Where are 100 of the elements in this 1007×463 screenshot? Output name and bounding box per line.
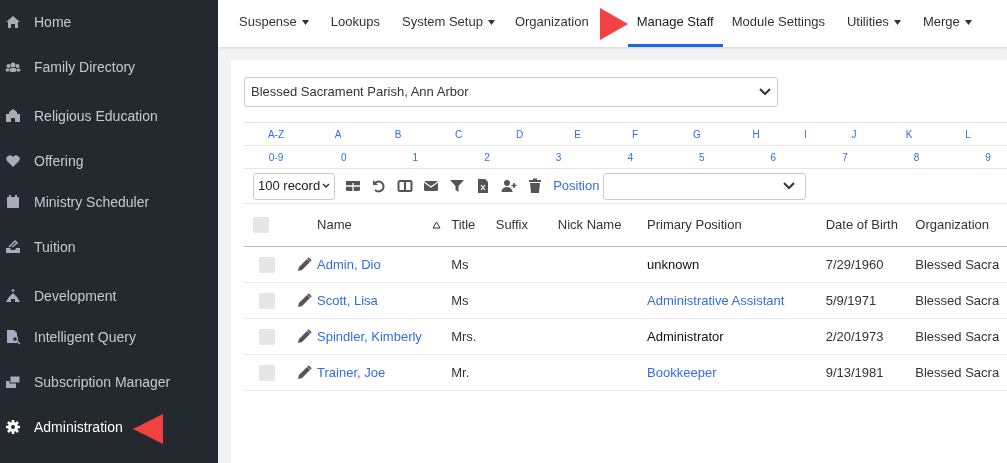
sidebar-item[interactable]: Intelligent Query (5, 326, 140, 348)
number-filter-link[interactable]: 9 (985, 151, 991, 163)
letter-filter-link[interactable]: H (752, 128, 760, 140)
sidebar-item[interactable]: Home (5, 11, 76, 33)
sidebar-item[interactable]: Subscription Manager (5, 371, 175, 393)
pencil-icon[interactable] (297, 257, 313, 272)
sidebar-item[interactable]: Offering (5, 150, 88, 172)
school-icon (5, 108, 21, 124)
date-cell: 5/9/1971 (825, 292, 877, 308)
position-cell: Administrator (647, 328, 724, 344)
staff-name-link[interactable]: Trainer, Joe (317, 362, 386, 383)
letter-filter-link[interactable]: A-Z (267, 128, 285, 140)
number-filter-link[interactable]: 8 (913, 151, 920, 163)
parish-select[interactable]: Blessed Sacrament Parish, Ann Arbor (244, 77, 778, 107)
row-checkbox[interactable] (259, 364, 275, 381)
number-filter-link[interactable]: 6 (770, 151, 777, 163)
position-label: Position (553, 177, 600, 196)
chevron-down-icon (783, 182, 796, 190)
number-filter-link[interactable]: 5 (699, 151, 705, 163)
nav-tab[interactable]: Organization (505, 0, 598, 47)
column-header[interactable]: Name (317, 215, 352, 235)
sort-ascending-icon[interactable] (432, 221, 442, 229)
row-checkbox[interactable] (259, 256, 275, 273)
column-header[interactable]: Suffix (487, 203, 550, 247)
sidebar-item[interactable]: Religious Education (5, 105, 162, 127)
calendar-icon (5, 194, 21, 210)
gear-icon (5, 419, 21, 435)
number-filter-link[interactable]: 0 (341, 151, 347, 163)
date-cell: 7/29/1960 (825, 256, 884, 272)
position-cell: unknown (647, 256, 700, 272)
organization-cell: Blessed Sacra (915, 256, 1000, 272)
number-filter-link[interactable]: 1 (412, 151, 419, 163)
staff-name-link[interactable]: Scott, Lisa (317, 290, 378, 311)
number-filter-link[interactable]: 4 (627, 151, 633, 163)
pencil-icon[interactable] (297, 365, 313, 380)
letter-filter-link[interactable]: B (394, 128, 402, 140)
query-icon (5, 329, 21, 345)
pointer-arrow-icon (599, 7, 628, 40)
position-link[interactable]: Administrative Assistant (647, 292, 785, 308)
nav-tab[interactable]: Manage Staff (627, 0, 723, 47)
title-cell: Mrs. (451, 328, 477, 344)
sidebar-item[interactable]: Development (5, 285, 121, 307)
sidebar-item[interactable]: Family Directory (5, 56, 140, 78)
staff-name-link[interactable]: Spindler, Kimberly (317, 326, 422, 347)
pencil-icon[interactable] (297, 293, 313, 308)
letter-filter-link[interactable]: E (574, 128, 581, 140)
table-icon[interactable] (345, 178, 362, 194)
nav-tab[interactable]: Merge (913, 0, 981, 47)
title-cell: Ms (451, 292, 469, 308)
date-cell: 9/13/1981 (825, 364, 884, 380)
home-icon (5, 14, 21, 30)
column-header[interactable]: Primary Position (639, 203, 818, 247)
chevron-down-icon (759, 88, 771, 96)
letter-filter-link[interactable]: L (965, 128, 971, 140)
row-checkbox[interactable] (259, 292, 275, 309)
pencil-icon[interactable] (297, 329, 313, 344)
page-size-select[interactable]: 100 record (253, 172, 336, 200)
envelope-icon[interactable] (423, 178, 440, 194)
pointer-arrow-icon (133, 414, 163, 444)
mail-icon (5, 374, 21, 390)
number-filter-link[interactable]: 0-9 (268, 151, 284, 163)
column-header[interactable]: Title (443, 203, 488, 247)
letter-filter-link[interactable]: J (851, 128, 857, 140)
staff-name-link[interactable]: Admin, Dio (317, 254, 381, 275)
number-filter-link[interactable]: 7 (842, 151, 848, 163)
undo-icon[interactable] (371, 178, 388, 194)
nav-tab[interactable]: Utilities (837, 0, 910, 47)
chevron-down-icon (322, 183, 331, 189)
row-checkbox[interactable] (259, 328, 275, 345)
filter-icon[interactable] (449, 178, 466, 194)
letter-filter-link[interactable]: A (334, 128, 342, 140)
letter-filter-link[interactable]: G (693, 128, 701, 140)
sidebar-item[interactable]: Ministry Scheduler (5, 191, 154, 213)
title-cell: Ms (451, 256, 469, 272)
columns-icon[interactable] (397, 178, 414, 194)
column-header[interactable]: Date of Birth (817, 203, 908, 247)
column-header[interactable]: Nick Name (549, 203, 640, 247)
church-icon (5, 288, 21, 304)
add-user-icon[interactable] (501, 178, 518, 194)
organization-cell: Blessed Sacra (915, 328, 1000, 344)
position-link[interactable]: Bookkeeper (647, 364, 717, 380)
number-filter-link[interactable]: 2 (484, 151, 490, 163)
column-header[interactable]: Organization (907, 203, 1007, 247)
letter-filter-link[interactable]: C (454, 128, 463, 140)
letter-filter-link[interactable]: D (515, 128, 524, 140)
sidebar-item[interactable]: Administration (5, 416, 127, 438)
nav-tab[interactable]: System Setup (393, 0, 504, 47)
organization-cell: Blessed Sacra (915, 292, 1000, 308)
date-cell: 2/20/1973 (825, 328, 884, 344)
number-filter-link[interactable]: 3 (555, 151, 562, 163)
nav-tab[interactable]: Lookups (321, 0, 389, 47)
nav-tab[interactable]: Module Settings (722, 0, 834, 47)
letter-filter-link[interactable]: K (905, 128, 913, 140)
nav-tab[interactable]: Suspense (230, 0, 318, 47)
organization-cell: Blessed Sacra (915, 364, 1000, 380)
select-all-checkbox[interactable] (253, 217, 269, 233)
trash-icon[interactable] (527, 178, 544, 194)
letter-filter-link[interactable]: I (804, 128, 807, 140)
letter-filter-link[interactable]: F (631, 128, 639, 140)
sidebar-item[interactable]: Tuition (5, 236, 80, 258)
